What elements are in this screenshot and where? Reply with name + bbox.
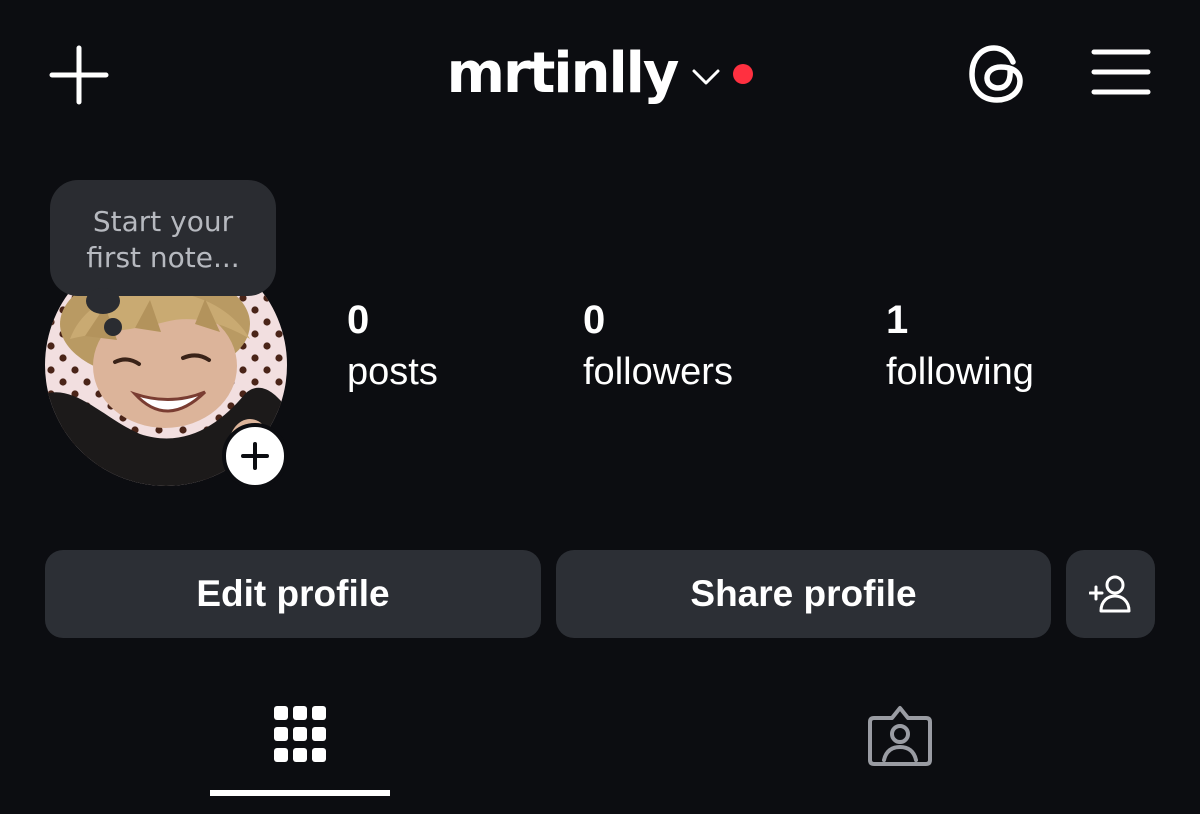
account-switcher[interactable]: mrtinlly bbox=[380, 36, 820, 112]
stat-posts[interactable]: 0 posts bbox=[347, 296, 438, 396]
edit-profile-label: Edit profile bbox=[196, 573, 390, 614]
hamburger-menu-icon bbox=[1091, 49, 1151, 95]
followers-label: followers bbox=[583, 351, 733, 393]
tagged-person-icon bbox=[868, 706, 932, 766]
posts-count: 0 bbox=[347, 298, 370, 342]
plus-icon bbox=[241, 442, 269, 470]
note-bubble[interactable]: Start your first note... bbox=[50, 180, 276, 296]
active-tab-indicator bbox=[210, 790, 390, 796]
share-profile-button[interactable]: Share profile bbox=[556, 550, 1051, 638]
chevron-down-icon bbox=[692, 69, 720, 85]
grid-icon bbox=[274, 706, 326, 762]
share-profile-label: Share profile bbox=[690, 573, 917, 614]
tab-posts-grid[interactable] bbox=[270, 702, 330, 768]
add-story-button[interactable] bbox=[222, 423, 288, 489]
note-bubble-tail-dot bbox=[104, 318, 122, 336]
edit-profile-button[interactable]: Edit profile bbox=[45, 550, 541, 638]
notification-dot bbox=[733, 64, 754, 84]
stat-followers[interactable]: 0 followers bbox=[583, 296, 733, 396]
following-count: 1 bbox=[886, 298, 909, 342]
threads-icon bbox=[969, 45, 1023, 103]
posts-label: posts bbox=[347, 351, 438, 393]
stat-following[interactable]: 1 following bbox=[886, 296, 1034, 396]
following-label: following bbox=[886, 351, 1034, 393]
threads-button[interactable] bbox=[964, 40, 1032, 108]
discover-people-button[interactable] bbox=[1066, 550, 1155, 638]
menu-button[interactable] bbox=[1090, 46, 1152, 98]
note-placeholder-line1: Start your bbox=[92, 205, 234, 238]
username: mrtinlly bbox=[446, 41, 680, 106]
note-placeholder-line2: first note... bbox=[86, 241, 240, 274]
add-person-icon bbox=[1088, 575, 1130, 613]
tab-tagged[interactable] bbox=[866, 702, 934, 768]
note-bubble-tail bbox=[86, 288, 120, 314]
new-post-button[interactable] bbox=[48, 44, 110, 106]
followers-count: 0 bbox=[583, 298, 606, 342]
plus-icon bbox=[49, 45, 109, 105]
